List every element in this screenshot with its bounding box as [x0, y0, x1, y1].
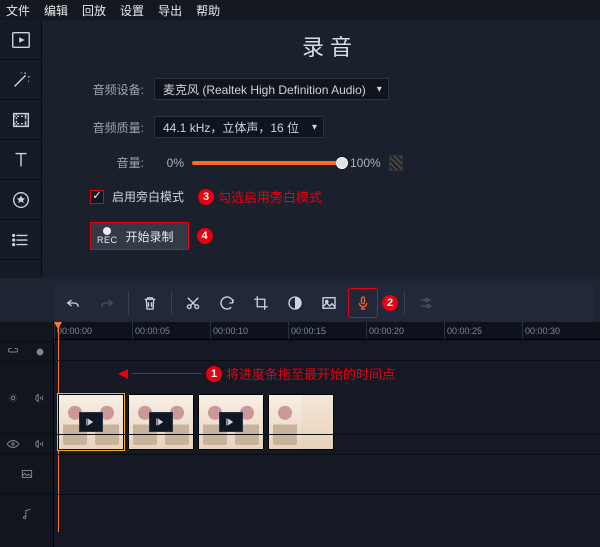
list-icon[interactable] [0, 220, 42, 260]
video-clip-row [58, 394, 334, 450]
media-icon[interactable] [0, 20, 42, 60]
video-clip[interactable] [128, 394, 194, 450]
wand-icon[interactable] [0, 60, 42, 100]
menu-playback[interactable]: 回放 [82, 2, 106, 19]
narration-checkbox-label: 启用旁白模式 [112, 188, 184, 205]
video-clip[interactable] [58, 394, 124, 450]
panel-title: 录音 [82, 30, 578, 62]
ruler-tick: 00:00:05 [132, 322, 210, 339]
undo-button[interactable] [58, 288, 88, 318]
timeline-ruler[interactable]: 00:00:00 00:00:05 00:00:10 00:00:15 00:0… [54, 322, 600, 340]
sidebar [0, 20, 42, 278]
image-button[interactable] [314, 288, 344, 318]
ruler-tick: 00:00:15 [288, 322, 366, 339]
cut-button[interactable] [178, 288, 208, 318]
menu-bar: 文件 编辑 回放 设置 导出 帮助 [0, 0, 600, 20]
sticker-icon[interactable] [0, 180, 42, 220]
menu-help[interactable]: 帮助 [196, 2, 220, 19]
text-icon[interactable] [0, 140, 42, 180]
quality-label: 音频质量: [82, 119, 144, 136]
timeline-gutter [0, 322, 54, 547]
rotate-button[interactable] [212, 288, 242, 318]
record-button-label: 开始录制 [126, 228, 174, 245]
record-icon: REC [97, 227, 118, 245]
annotation-badge-3: 3 [198, 189, 214, 205]
menu-edit[interactable]: 编辑 [44, 2, 68, 19]
audio-device-select[interactable]: 麦克风 (Realtek High Definition Audio) [154, 78, 389, 100]
ruler-tick: 00:00:25 [444, 322, 522, 339]
volume-slider[interactable] [192, 161, 342, 165]
contrast-button[interactable] [280, 288, 310, 318]
video-clip[interactable] [268, 394, 334, 450]
annotation-1: 1 将进度条拖至最开始的时间点 [118, 364, 395, 383]
gutter-audio-track[interactable] [0, 494, 53, 534]
gutter-image-track[interactable] [0, 454, 53, 494]
redo-button[interactable] [92, 288, 122, 318]
gutter-link-rec[interactable] [0, 342, 53, 362]
ruler-tick: 00:00:10 [210, 322, 288, 339]
properties-button[interactable] [411, 288, 441, 318]
recording-panel: 录音 音频设备: 麦克风 (Realtek High Definition Au… [42, 20, 600, 278]
slider-thumb[interactable] [336, 157, 348, 169]
transition-icon[interactable] [149, 412, 173, 432]
volume-label: 音量: [82, 154, 144, 171]
ruler-tick: 00:00:20 [366, 322, 444, 339]
transition-icon[interactable] [79, 412, 103, 432]
arrow-left-icon [118, 369, 128, 379]
annotation-3: 3 勾选启用旁白模式 [198, 187, 322, 206]
video-clip[interactable] [198, 394, 264, 450]
ruler-tick: 00:00:00 [54, 322, 132, 339]
crop-button[interactable] [246, 288, 276, 318]
gutter-video-track[interactable] [0, 362, 53, 434]
menu-export[interactable]: 导出 [158, 2, 182, 19]
gutter-eye-vol[interactable] [0, 434, 53, 454]
annotation-badge-2: 2 [382, 295, 398, 311]
transition-icon[interactable] [219, 412, 243, 432]
menu-settings[interactable]: 设置 [120, 2, 144, 19]
record-button[interactable]: REC 开始录制 [90, 222, 189, 250]
volume-min: 0% [154, 156, 184, 170]
microphone-button[interactable] [348, 288, 378, 318]
volume-meter-icon [389, 155, 403, 171]
delete-button[interactable] [135, 288, 165, 318]
ruler-tick: 00:00:30 [522, 322, 600, 339]
volume-max: 100% [350, 156, 381, 170]
audio-quality-select[interactable]: 44.1 kHz，立体声，16 位 [154, 116, 324, 138]
device-label: 音频设备: [82, 81, 144, 98]
timeline: 00:00:00 00:00:05 00:00:10 00:00:15 00:0… [0, 322, 600, 547]
annotation-badge-4: 4 [197, 228, 213, 244]
narration-checkbox[interactable] [90, 190, 104, 204]
timeline-toolbar: 2 [54, 284, 594, 322]
frame-icon[interactable] [0, 100, 42, 140]
annotation-badge-1: 1 [206, 366, 222, 382]
menu-file[interactable]: 文件 [6, 2, 30, 19]
